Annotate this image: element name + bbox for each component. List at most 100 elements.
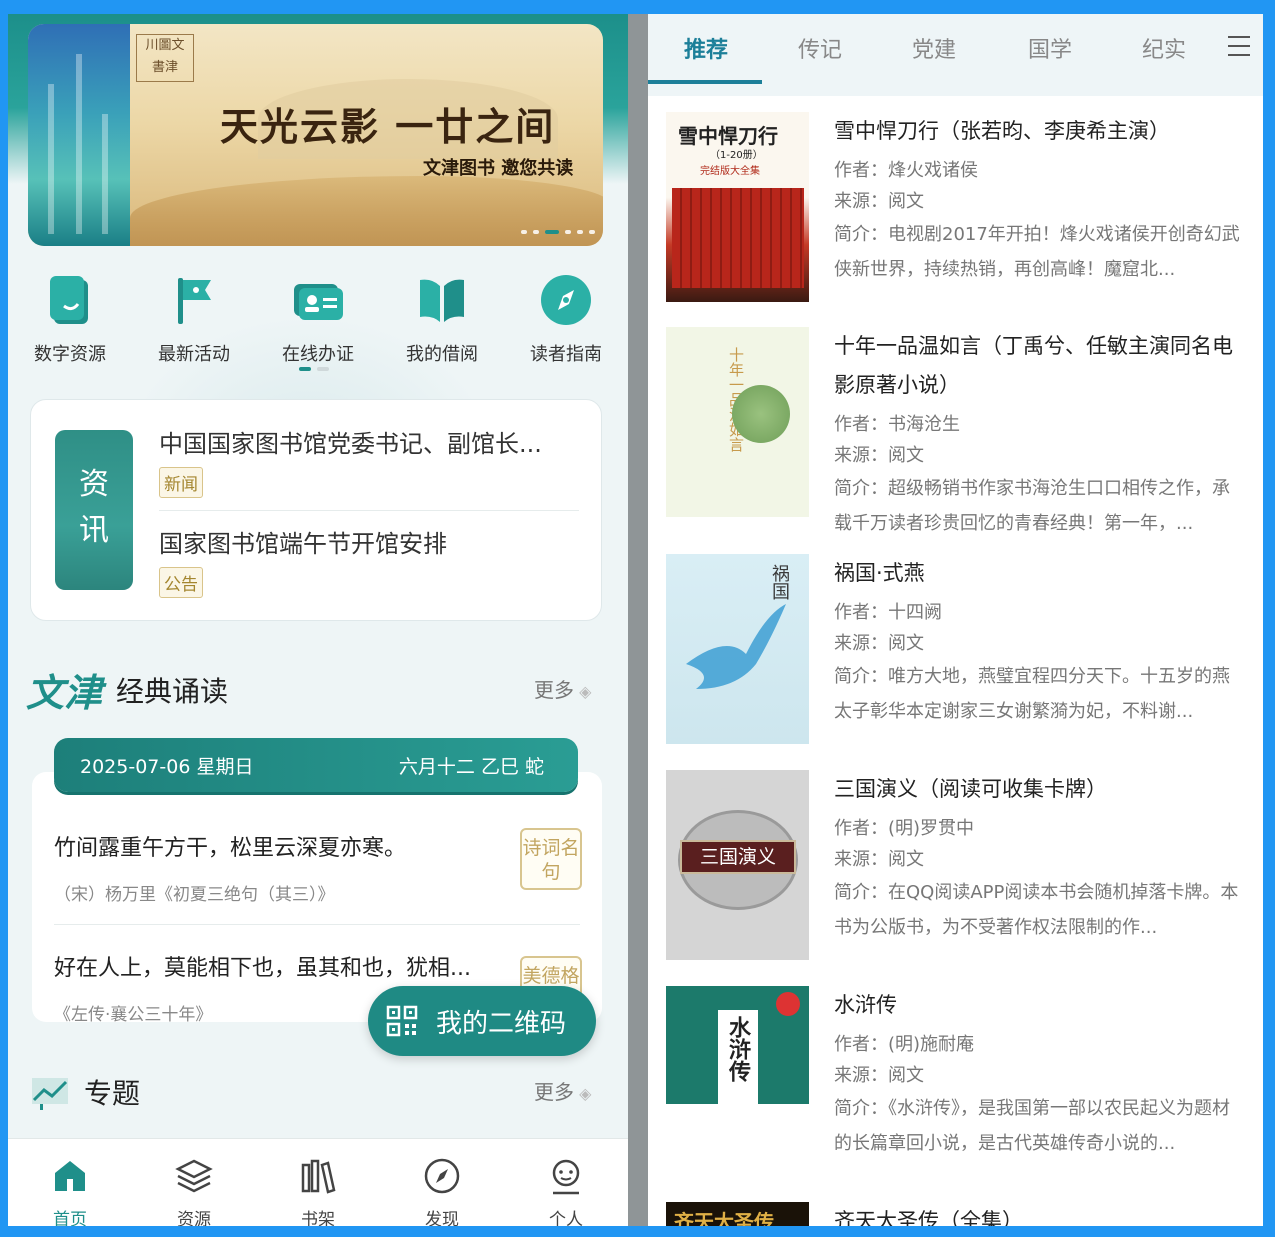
cover-title: 雪中悍刀行 bbox=[678, 124, 778, 148]
tab-bookshelf[interactable]: 书架 bbox=[256, 1139, 380, 1226]
news-title: 中国国家图书馆党委书记、副馆长... bbox=[159, 430, 542, 458]
book-cover: 齐天大圣传 bbox=[666, 1202, 809, 1226]
book-description: 简介：在QQ阅读APP阅读本书会随机掉落卡牌。本书为公版书，为不受著作权法限制的… bbox=[834, 882, 1239, 938]
poem-list: 竹间露重午方干，松里云深夏亦寒。 （宋）杨万里《初夏三绝句（其三）》 诗词名句 … bbox=[32, 772, 602, 1025]
banner-subtitle: 文津图书 邀您共读 bbox=[423, 158, 574, 179]
quick-action-label: 在线办证 bbox=[282, 344, 354, 365]
topic-more-link[interactable]: 更多 bbox=[534, 1076, 591, 1105]
news-badge: 公告 bbox=[159, 567, 203, 598]
layers-icon bbox=[175, 1159, 213, 1193]
cover-title: 齐天大圣传 bbox=[674, 1210, 774, 1226]
book-source: 来源：阅文 bbox=[834, 191, 924, 212]
wenjin-brand: 文津 bbox=[26, 670, 103, 715]
quick-action-reader-guide[interactable]: 读者指南 bbox=[504, 272, 628, 366]
home-icon bbox=[55, 1161, 85, 1191]
compass-icon bbox=[424, 1158, 460, 1194]
book-title: 祸国·式燕 bbox=[834, 561, 925, 585]
book-cover: 祸国 bbox=[666, 554, 809, 744]
topic-header: 专题 bbox=[30, 1072, 140, 1112]
book-item[interactable]: 三国演义 三国演义（阅读可收集卡牌） 作者：(明)罗贯中 来源：阅文 简介：在Q… bbox=[666, 770, 1246, 962]
poem-item[interactable]: 竹间露重午方干，松里云深夏亦寒。 （宋）杨万里《初夏三绝句（其三）》 bbox=[54, 830, 524, 905]
active-tab-underline bbox=[648, 80, 762, 84]
book-author: 作者：烽火戏诸侯 bbox=[834, 160, 978, 181]
book-item[interactable]: 水浒传 水浒传 作者：(明)施耐庵 来源：阅文 简介：《水浒传》，是我国第一部以… bbox=[666, 986, 1246, 1178]
book-description: 简介：《水浒传》，是我国第一部以农民起义为题材的长篇章回小说，是古代英雄传奇小说… bbox=[834, 1098, 1230, 1154]
news-badge: 新闻 bbox=[159, 467, 203, 498]
quick-action-label: 读者指南 bbox=[530, 344, 602, 365]
poem-category-stamp: 诗词名句 bbox=[520, 828, 582, 890]
book-item[interactable]: 十年一品温如言 十年一品温如言（丁禹兮、任敏主演同名电影原著小说） 作者：书海沧… bbox=[666, 327, 1246, 542]
book-item[interactable]: 雪中悍刀行 （1-20册） 完结版大全集 雪中悍刀行（张若昀、李庚希主演） 作者… bbox=[666, 112, 1246, 304]
quick-action-online-card[interactable]: 在线办证 bbox=[256, 272, 380, 366]
cover-badge bbox=[776, 992, 800, 1016]
poem-line: 好在人上，莫能相下也，虽其和也，犹相... bbox=[54, 956, 471, 981]
tab-biography[interactable]: 传记 bbox=[798, 32, 842, 64]
banner-carousel[interactable]: 川圖文 書津 天光云影 一廿之间 文津图书 邀您共读 bbox=[28, 24, 603, 246]
tab-label: 发现 bbox=[425, 1210, 459, 1226]
compass-icon bbox=[538, 272, 594, 328]
news-item[interactable]: 中国国家图书馆党委书记、副馆长... 新闻 bbox=[159, 424, 579, 498]
stamp-char: 文 bbox=[171, 38, 185, 53]
book-author: 作者：(明)罗贯中 bbox=[834, 818, 975, 839]
cover-title: 水浒传 bbox=[725, 1016, 751, 1082]
book-description: 简介：电视剧2017年开拍！烽火戏诸侯开创奇幻武侠新世界，持续热销，再创高峰！魔… bbox=[834, 224, 1240, 280]
recommend-screen: 推荐 传记 党建 国学 纪实 雪中悍刀行 （1-20册） 完结版大全集 雪中悍刀… bbox=[648, 14, 1263, 1226]
cover-title: 三国演义 bbox=[680, 840, 796, 874]
wenjin-logo-stamp: 川圖文 書津 bbox=[136, 34, 194, 82]
my-qr-code-button[interactable]: 我的二维码 bbox=[368, 986, 596, 1056]
stamp-char: 川 bbox=[145, 38, 159, 53]
tab-sinology[interactable]: 国学 bbox=[1028, 32, 1072, 64]
tab-party-building[interactable]: 党建 bbox=[912, 32, 956, 64]
book-source: 来源：阅文 bbox=[834, 1065, 924, 1086]
news-title: 国家图书馆端午节开馆安排 bbox=[159, 530, 447, 558]
tab-profile[interactable]: 个人 bbox=[504, 1139, 628, 1226]
classic-more-link[interactable]: 更多 bbox=[534, 674, 591, 703]
book-source: 来源：阅文 bbox=[834, 633, 924, 654]
book-title: 雪中悍刀行（张若昀、李庚希主演） bbox=[834, 119, 1170, 143]
banner-indicator bbox=[521, 230, 595, 234]
stamp-char: 圖 bbox=[158, 38, 172, 53]
news-item[interactable]: 国家图书馆端午节开馆安排 公告 bbox=[159, 524, 579, 598]
qr-code-icon bbox=[386, 1005, 418, 1037]
quick-action-label: 数字资源 bbox=[34, 344, 106, 365]
book-title: 水浒传 bbox=[834, 993, 897, 1017]
book-description: 简介：超级畅销书作家书海沧生口口相传之作，承载千万读者珍贵回忆的青春经典！第一年… bbox=[834, 478, 1230, 534]
tab-recommend[interactable]: 推荐 bbox=[684, 32, 728, 64]
gregorian-date: 2025-07-06 星期日 bbox=[80, 755, 254, 778]
cover-note: 完结版大全集 bbox=[700, 166, 760, 177]
quick-action-latest-events[interactable]: 最新活动 bbox=[132, 272, 256, 366]
quick-actions: 数字资源 最新活动 在线办证 我的借阅 读者指南 bbox=[8, 272, 628, 366]
news-card: 资讯 中国国家图书馆党委书记、副馆长... 新闻 国家图书馆端午节开馆安排 公告 bbox=[30, 399, 602, 621]
tab-resources[interactable]: 资源 bbox=[132, 1139, 256, 1226]
user-icon bbox=[552, 1159, 580, 1195]
book-set-illustration bbox=[672, 188, 804, 288]
tab-home[interactable]: 首页 bbox=[8, 1139, 132, 1226]
tab-label: 个人 bbox=[549, 1210, 583, 1226]
book-title: 齐天大圣传（全集） bbox=[834, 1209, 1023, 1226]
open-book-icon bbox=[414, 272, 470, 328]
section-title: 经典诵读 bbox=[116, 674, 229, 708]
book-item[interactable]: 祸国 祸国·式燕 作者：十四阙 来源：阅文 简介：唯方大地，燕璧宜程四分天下。十… bbox=[666, 554, 1246, 746]
category-tabs: 推荐 传记 党建 国学 纪实 bbox=[648, 14, 1263, 96]
tab-label: 资源 bbox=[177, 1210, 211, 1226]
book-title: 三国演义（阅读可收集卡牌） bbox=[834, 777, 1107, 801]
menu-icon[interactable] bbox=[1228, 36, 1250, 56]
quick-action-digital-resources[interactable]: 数字资源 bbox=[8, 272, 132, 366]
book-item[interactable]: 齐天大圣传 齐天大圣传（全集） bbox=[666, 1202, 1246, 1226]
flag-icon bbox=[166, 272, 222, 328]
book-cover: 三国演义 bbox=[666, 770, 809, 960]
book-author: 作者：书海沧生 bbox=[834, 414, 960, 435]
quick-action-my-borrowing[interactable]: 我的借阅 bbox=[380, 272, 504, 366]
cover-illustration bbox=[732, 385, 790, 443]
tab-label: 首页 bbox=[53, 1210, 87, 1226]
news-tag: 资讯 bbox=[55, 430, 133, 590]
lunar-date: 六月十二 乙巳 蛇 bbox=[398, 755, 544, 778]
banner-hill bbox=[130, 176, 603, 246]
stamp-char: 書 bbox=[151, 60, 165, 75]
tab-documentary[interactable]: 纪实 bbox=[1142, 32, 1186, 64]
cover-subtitle: （1-20册） bbox=[710, 150, 763, 161]
tab-discover[interactable]: 发现 bbox=[380, 1139, 504, 1226]
news-tag-label: 资讯 bbox=[79, 467, 109, 548]
quick-action-label: 我的借阅 bbox=[406, 344, 478, 365]
classic-reading-header: 文津 经典诵读 bbox=[26, 662, 228, 717]
